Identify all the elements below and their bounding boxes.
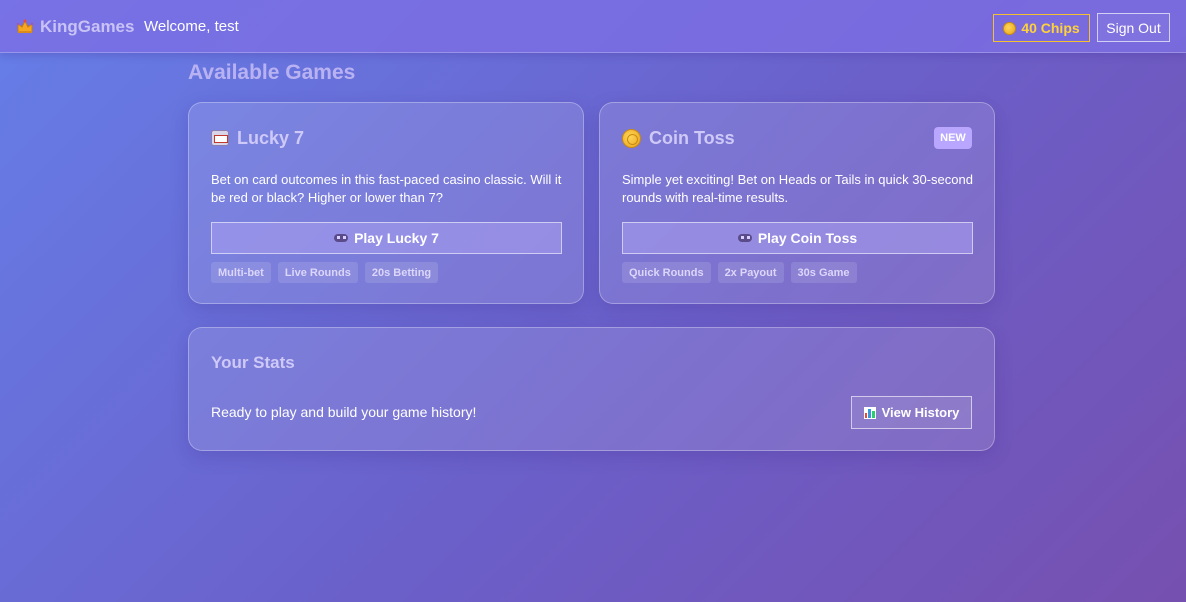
game-description: Simple yet exciting! Bet on Heads or Tai… <box>622 172 973 205</box>
slot-machine-icon <box>211 130 229 146</box>
gamepad-icon <box>334 233 349 243</box>
stats-card: Your Stats Ready to play and build your … <box>188 327 995 451</box>
game-card-coin-toss: Coin Toss NEW Simple yet exciting! Bet o… <box>599 102 995 304</box>
coin-icon <box>622 128 641 148</box>
gamepad-icon <box>737 233 752 243</box>
tag: 30s Game <box>790 262 857 283</box>
section-title: Available Games <box>188 61 356 84</box>
chips-label: 40 Chips <box>1021 20 1080 36</box>
card-header: Lucky 7 <box>211 127 304 149</box>
play-button-label: Play Lucky 7 <box>354 230 439 246</box>
history-button-label: View History <box>881 405 960 420</box>
tag: 2x Payout <box>717 262 784 283</box>
game-tags: Quick Rounds 2x Payout 30s Game <box>622 262 857 283</box>
play-coin-toss-button[interactable]: Play Coin Toss <box>622 222 973 254</box>
tag: Live Rounds <box>277 262 358 283</box>
play-button-label: Play Coin Toss <box>757 230 858 246</box>
game-card-lucky-7: Lucky 7 Bet on card outcomes in this fas… <box>188 102 584 304</box>
game-description: Bet on card outcomes in this fast-paced … <box>211 172 562 205</box>
new-badge: NEW <box>934 127 972 149</box>
tag: Quick Rounds <box>622 262 711 283</box>
game-tags: Multi-bet Live Rounds 20s Betting <box>211 262 439 283</box>
sign-out-button[interactable]: Sign Out <box>1097 13 1170 42</box>
brand-name: KingGames <box>40 17 135 36</box>
welcome-text: Welcome, test <box>144 18 239 35</box>
game-title: Lucky 7 <box>237 127 305 148</box>
bar-chart-icon <box>863 406 876 419</box>
tag: 20s Betting <box>364 262 439 283</box>
view-history-button[interactable]: View History <box>851 396 972 429</box>
tag: Multi-bet <box>211 262 271 283</box>
coin-icon <box>1003 21 1017 35</box>
card-header: Coin Toss <box>622 127 735 149</box>
stats-title: Your Stats <box>211 353 295 372</box>
stats-text: Ready to play and build your game histor… <box>211 404 477 420</box>
top-nav-bar: KingGames Welcome, test 40 Chips Sign Ou… <box>0 0 1186 53</box>
play-lucky-7-button[interactable]: Play Lucky 7 <box>211 222 562 254</box>
brand-logo[interactable]: KingGames <box>16 17 134 37</box>
game-title: Coin Toss <box>649 127 735 148</box>
chips-balance: 40 Chips <box>993 14 1090 42</box>
crown-icon <box>16 19 34 33</box>
